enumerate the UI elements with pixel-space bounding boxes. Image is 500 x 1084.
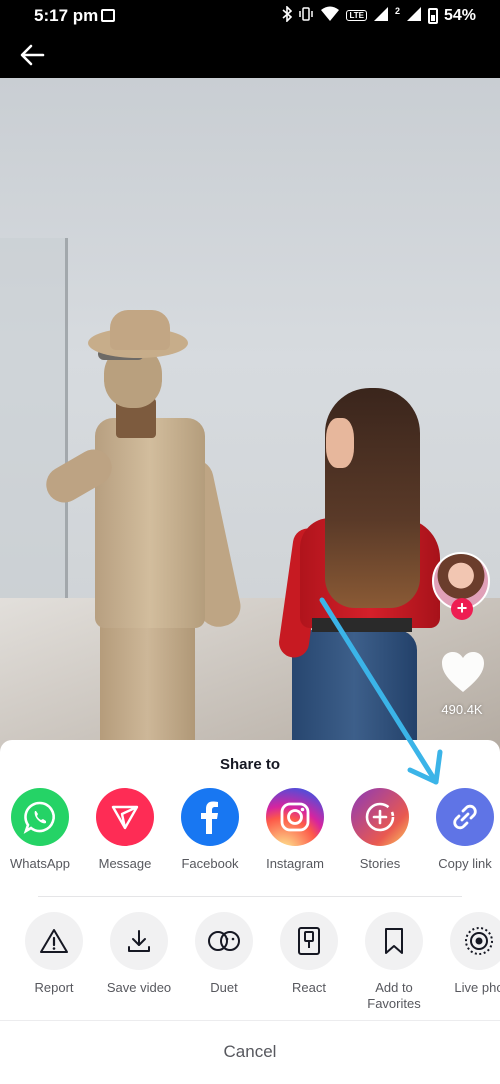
video-figure-man-body — [95, 418, 205, 628]
share-message[interactable]: Message — [82, 788, 168, 872]
action-add-to-favorites[interactable]: Add to Favorites — [351, 912, 437, 1012]
stories-icon — [351, 788, 409, 846]
action-label: React — [292, 980, 326, 995]
action-label: Duet — [210, 980, 238, 995]
message-icon — [96, 788, 154, 846]
video-player[interactable] — [0, 78, 500, 778]
action-label-line2: Favorites — [367, 996, 421, 1011]
share-whatsapp[interactable]: WhatsApp — [0, 788, 83, 872]
like-count: 490.4K — [441, 702, 483, 717]
wifi-icon — [320, 6, 340, 25]
bookmark-icon — [365, 912, 423, 970]
heart-icon[interactable] — [440, 650, 486, 694]
video-figure-woman-face — [326, 418, 354, 468]
share-label: Facebook — [181, 856, 239, 871]
status-bar: 5:17 pm LTE 2 54% — [0, 0, 500, 32]
share-copy-link[interactable]: Copy link — [422, 788, 500, 872]
back-arrow-icon[interactable] — [18, 40, 48, 70]
action-label: Report — [34, 980, 74, 995]
action-save-video[interactable]: Save video — [96, 912, 182, 996]
share-facebook[interactable]: Facebook — [167, 788, 253, 872]
download-icon — [110, 912, 168, 970]
battery-level: 54% — [443, 6, 476, 24]
cancel-button[interactable]: Cancel — [0, 1042, 500, 1062]
share-label: Message — [98, 856, 152, 871]
status-icons: LTE 2 54% — [282, 5, 476, 25]
vibrate-icon — [298, 7, 314, 24]
action-duet[interactable]: Duet — [181, 912, 267, 996]
share-label: Copy link — [438, 856, 492, 871]
action-label: Live pho — [454, 980, 500, 995]
video-figure-man-hat-top — [110, 310, 170, 350]
video-figure-woman-belt — [312, 618, 412, 632]
share-sheet-title: Share to — [219, 756, 280, 773]
sim2-label: 2 — [394, 6, 400, 16]
instagram-icon — [266, 788, 324, 846]
action-label-line1: Add to — [375, 980, 413, 995]
signal-2-icon — [406, 6, 422, 25]
bluetooth-icon — [282, 5, 293, 25]
share-divider — [38, 896, 462, 897]
action-report[interactable]: Report — [11, 912, 97, 996]
share-label: Stories — [359, 856, 401, 871]
report-icon — [25, 912, 83, 970]
cancel-divider — [0, 1020, 500, 1021]
duet-icon — [195, 912, 253, 970]
action-live-photo[interactable]: Live pho — [436, 912, 500, 996]
battery-icon — [427, 7, 438, 24]
copy-link-icon — [436, 788, 494, 846]
share-label: Instagram — [266, 856, 324, 871]
gallery-icon — [101, 9, 115, 22]
share-instagram[interactable]: Instagram — [252, 788, 338, 872]
whatsapp-icon — [11, 788, 69, 846]
volte-icon: LTE — [346, 10, 367, 21]
signal-icon — [373, 6, 389, 25]
share-stories[interactable]: Stories — [337, 788, 423, 872]
share-sheet: Share to WhatsApp Message Facebook Insta… — [0, 740, 500, 1084]
facebook-icon — [181, 788, 239, 846]
live-photo-icon — [450, 912, 500, 970]
react-icon — [280, 912, 338, 970]
status-time: 5:17 pm — [34, 6, 99, 25]
share-label: WhatsApp — [10, 856, 70, 871]
action-react[interactable]: React — [266, 912, 352, 996]
follow-plus-button[interactable]: + — [451, 598, 473, 620]
top-bar — [0, 32, 500, 78]
action-label: Add to Favorites — [367, 980, 420, 1012]
video-background-door — [0, 238, 68, 608]
action-label: Save video — [106, 980, 172, 995]
